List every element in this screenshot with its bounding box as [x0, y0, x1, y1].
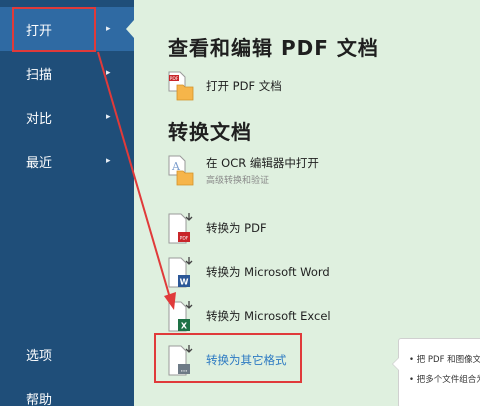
sidebar-item-recent[interactable]: 最近 ▸	[0, 139, 134, 183]
chevron-right-icon: ▸	[106, 156, 111, 166]
sidebar-item-scan[interactable]: 扫描 ▸	[0, 51, 134, 95]
convert-pdf-icon: PDF	[168, 211, 194, 245]
tooltip-line-2: • 把多个文件组合为	[409, 375, 480, 385]
open-pdf-label: 打开 PDF 文档	[206, 79, 282, 93]
svg-text:PDF: PDF	[180, 236, 189, 242]
convert-to-word-row[interactable]: W 转换为 Microsoft Word	[168, 254, 330, 290]
svg-text:X: X	[181, 322, 188, 331]
section-title-view-edit: 查看和编辑 PDF 文档	[168, 36, 379, 60]
sidebar: 打开 ▸ 扫描 ▸ 对比 ▸ 最近 ▸ 选项 帮助	[0, 0, 134, 406]
convert-to-word-label: 转换为 Microsoft Word	[206, 265, 330, 279]
pdf-folder-icon: PDF	[168, 69, 194, 103]
svg-text:PDF: PDF	[170, 76, 179, 82]
sidebar-item-label: 对比	[26, 111, 53, 127]
annotation-highlight-other-format	[154, 333, 302, 383]
convert-excel-icon: X	[168, 299, 194, 333]
section-title-convert: 转换文档	[168, 120, 252, 144]
sidebar-item-label: 选项	[26, 348, 53, 364]
sidebar-item-label: 最近	[26, 155, 53, 171]
convert-to-excel-label: 转换为 Microsoft Excel	[206, 309, 331, 323]
sidebar-item-options[interactable]: 选项	[0, 332, 134, 376]
chevron-right-icon: ▸	[106, 112, 111, 122]
chevron-right-icon: ▸	[106, 24, 111, 34]
sidebar-item-label: 扫描	[26, 67, 53, 83]
convert-to-pdf-row[interactable]: PDF 转换为 PDF	[168, 210, 267, 246]
ocr-editor-label: 在 OCR 编辑器中打开	[206, 155, 319, 170]
tooltip-line-1: • 把 PDF 和图像文	[409, 355, 480, 365]
convert-to-pdf-label: 转换为 PDF	[206, 221, 267, 235]
annotation-highlight-open	[12, 7, 96, 52]
open-pdf-row[interactable]: PDF 打开 PDF 文档	[168, 68, 282, 104]
sidebar-item-compare[interactable]: 对比 ▸	[0, 95, 134, 139]
ocr-editor-sublabel: 高级转换和验证	[206, 175, 270, 186]
svg-text:W: W	[180, 278, 189, 287]
tooltip-bubble: • 把 PDF 和图像文 • 把多个文件组合为	[392, 338, 480, 406]
sidebar-item-help[interactable]: 帮助	[0, 376, 134, 406]
sidebar-item-label: 帮助	[26, 392, 53, 406]
convert-to-excel-row[interactable]: X 转换为 Microsoft Excel	[168, 298, 331, 334]
ocr-document-icon: A	[168, 153, 194, 187]
ocr-editor-row[interactable]: A 在 OCR 编辑器中打开 高级转换和验证	[168, 152, 319, 188]
convert-word-icon: W	[168, 255, 194, 289]
chevron-right-icon: ▸	[106, 68, 111, 78]
